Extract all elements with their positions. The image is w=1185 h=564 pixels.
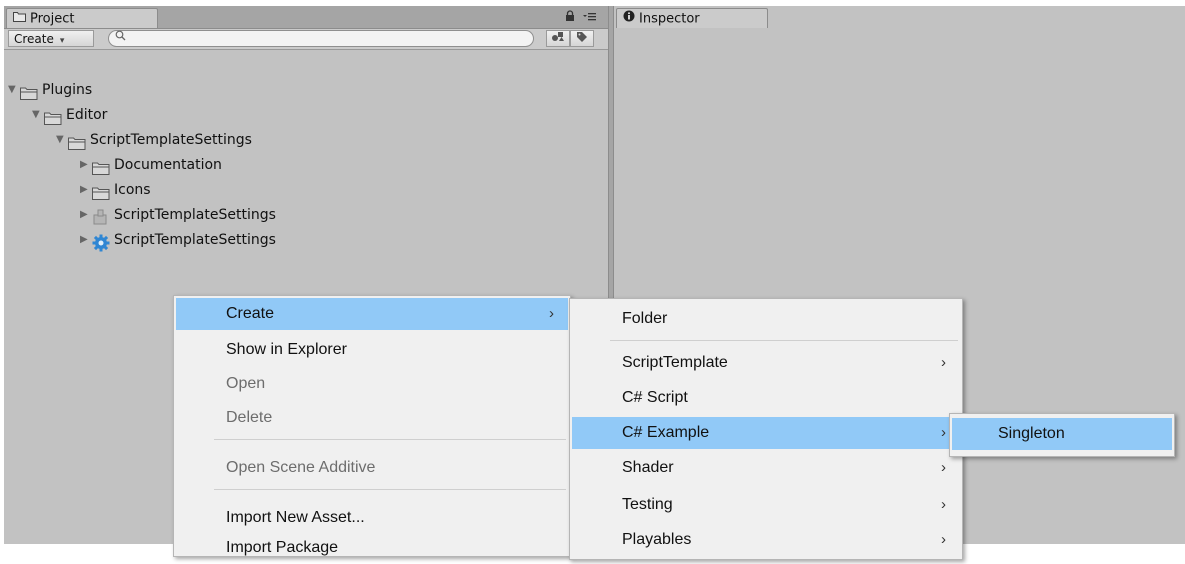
search-icon bbox=[115, 30, 126, 44]
menu-item-csharp-example[interactable]: C# Example › bbox=[572, 417, 960, 449]
dropdown-arrow-icon: ▾ bbox=[59, 36, 65, 46]
assembly-icon bbox=[92, 209, 110, 224]
tree-item-documentation[interactable]: ▶ Documentation bbox=[80, 153, 222, 177]
menu-item-open[interactable]: Open bbox=[176, 368, 568, 400]
lock-icon[interactable] bbox=[565, 10, 579, 24]
tag-icon bbox=[576, 32, 588, 46]
menu-item-shader[interactable]: Shader › bbox=[572, 452, 960, 484]
csharp-example-submenu: Singleton bbox=[949, 413, 1175, 457]
menu-separator bbox=[610, 340, 958, 341]
create-submenu: Folder ScriptTemplate › C# Script C# Exa… bbox=[569, 298, 963, 560]
menu-item-csharp-script[interactable]: C# Script bbox=[572, 382, 960, 414]
folder-tab-icon bbox=[13, 9, 26, 29]
project-tab-bar: Project Inspector bbox=[4, 6, 768, 29]
menu-item-import-package[interactable]: Import Package bbox=[176, 532, 568, 564]
menu-item-show-in-explorer[interactable]: Show in Explorer bbox=[176, 334, 568, 366]
submenu-arrow-icon: › bbox=[941, 459, 946, 476]
context-menu: Create › Show in Explorer Open Delete Op… bbox=[173, 295, 571, 557]
menu-item-scripttemplate[interactable]: ScriptTemplate › bbox=[572, 347, 960, 379]
folder-icon bbox=[92, 184, 110, 200]
create-button-label: Create bbox=[14, 32, 54, 46]
tree-item-editor[interactable]: ▼ Editor bbox=[32, 103, 107, 127]
filter-by-type-button[interactable] bbox=[546, 30, 570, 47]
collapse-arrow-icon[interactable]: ▶ bbox=[80, 203, 92, 227]
folder-icon bbox=[20, 84, 38, 100]
settings-gear-icon bbox=[92, 234, 110, 251]
submenu-arrow-icon: › bbox=[941, 354, 946, 371]
menu-separator bbox=[214, 489, 566, 490]
collapse-arrow-icon[interactable]: ▶ bbox=[80, 153, 92, 177]
expand-arrow-icon[interactable]: ▼ bbox=[8, 78, 20, 102]
expand-arrow-icon[interactable]: ▼ bbox=[56, 128, 68, 152]
tree-item-scripttemplatesettings-assembly[interactable]: ▶ ScriptTemplateSettings bbox=[80, 203, 276, 227]
collapse-arrow-icon[interactable]: ▶ bbox=[80, 228, 92, 252]
menu-item-import-new-asset[interactable]: Import New Asset... bbox=[176, 502, 568, 534]
tree-item-icons[interactable]: ▶ Icons bbox=[80, 178, 151, 202]
submenu-arrow-icon: › bbox=[941, 531, 946, 548]
menu-item-folder[interactable]: Folder bbox=[572, 303, 960, 335]
filter-by-label-button[interactable] bbox=[570, 30, 594, 47]
menu-item-playables[interactable]: Playables › bbox=[572, 524, 960, 556]
folder-icon bbox=[44, 109, 62, 125]
menu-item-delete[interactable]: Delete bbox=[176, 402, 568, 434]
menu-item-create[interactable]: Create › bbox=[176, 298, 568, 330]
project-tab[interactable]: Project bbox=[6, 8, 158, 28]
project-toolbar: Create ▾ bbox=[4, 29, 608, 50]
menu-item-singleton[interactable]: Singleton bbox=[952, 418, 1172, 450]
tree-item-plugins[interactable]: ▼ Plugins bbox=[8, 78, 92, 102]
collapse-arrow-icon[interactable]: ▶ bbox=[80, 178, 92, 202]
submenu-arrow-icon: › bbox=[941, 424, 946, 441]
tree-item-scripttemplatesettings-asset[interactable]: ▶ ScriptTemplateSettings bbox=[80, 228, 276, 252]
create-dropdown-button[interactable]: Create ▾ bbox=[8, 30, 94, 47]
submenu-arrow-icon: › bbox=[549, 305, 554, 322]
project-tab-label: Project bbox=[30, 11, 75, 27]
menu-item-open-scene-additive[interactable]: Open Scene Additive bbox=[176, 452, 568, 484]
tree-item-scripttemplatesettings-folder[interactable]: ▼ ScriptTemplateSettings bbox=[56, 128, 252, 152]
shapes-icon bbox=[551, 32, 565, 45]
panel-tools bbox=[565, 10, 596, 24]
menu-separator bbox=[214, 439, 566, 440]
folder-icon bbox=[92, 159, 110, 175]
search-input[interactable] bbox=[108, 30, 534, 47]
submenu-arrow-icon: › bbox=[941, 496, 946, 513]
panel-menu-icon[interactable] bbox=[583, 10, 596, 24]
folder-icon bbox=[68, 134, 86, 150]
expand-arrow-icon[interactable]: ▼ bbox=[32, 103, 44, 127]
menu-item-testing[interactable]: Testing › bbox=[572, 489, 960, 521]
